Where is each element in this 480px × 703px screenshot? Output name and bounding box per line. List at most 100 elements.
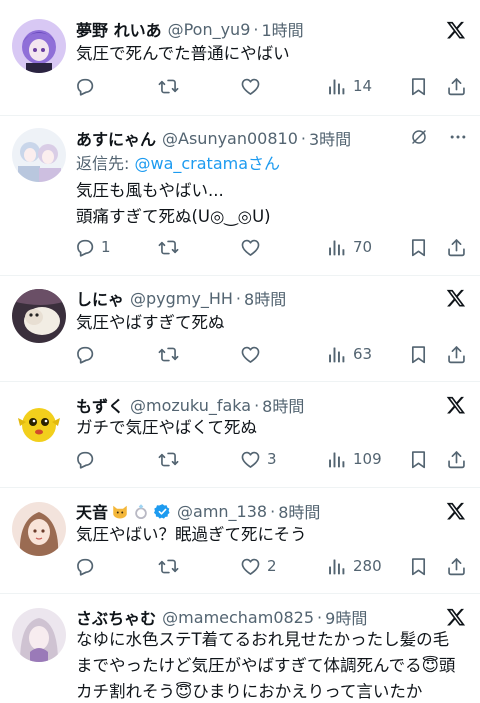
share-button[interactable] [446, 341, 467, 367]
tweet[interactable]: もずく @mozuku_faka · 8時間 ガチで気圧やばくて死ぬ 3 109 [0, 382, 480, 488]
like-button[interactable] [240, 234, 267, 260]
views-count: 70 [353, 238, 373, 256]
avatar[interactable] [12, 396, 66, 450]
action-bar: 3 109 [74, 446, 468, 472]
user-handle[interactable]: @Asunyan00810 [162, 129, 298, 148]
reply-button[interactable]: 1 [74, 234, 111, 260]
separator: · [254, 395, 260, 415]
views-button[interactable]: 14 [326, 73, 372, 99]
tweet[interactable]: しにゃ @pygmy_HH · 8時間 気圧やばすぎて死ぬ 63 [0, 276, 480, 382]
tweet-text: 気圧やばすぎて死ぬ [76, 313, 225, 332]
verified-badge-icon[interactable] [154, 503, 171, 520]
user-handle[interactable]: @mamecham0825 [162, 608, 314, 627]
separator: · [317, 607, 323, 627]
avatar[interactable] [12, 608, 66, 662]
views-count: 14 [353, 77, 373, 95]
views-icon [326, 556, 347, 577]
retweet-button[interactable] [158, 446, 185, 472]
views-button[interactable]: 63 [326, 341, 372, 367]
bookmark-icon [408, 76, 429, 97]
reply-icon [74, 344, 95, 365]
like-button[interactable] [240, 341, 267, 367]
ring-emoji-icon [132, 502, 150, 520]
retweet-button[interactable] [158, 73, 185, 99]
bookmark-button[interactable] [408, 234, 429, 260]
timestamp[interactable]: 8時間 [278, 499, 320, 523]
views-icon [326, 344, 347, 365]
tweet-header: しにゃ @pygmy_HH · 8時間 [76, 285, 440, 311]
like-button[interactable]: 3 [240, 446, 277, 472]
bookmark-icon [408, 449, 429, 470]
timestamp[interactable]: 8時間 [262, 393, 304, 417]
grok-icon[interactable] [410, 128, 428, 146]
tweet-text: ガチで気圧やばくて死ぬ [76, 418, 258, 437]
share-button[interactable] [446, 446, 467, 472]
timestamp[interactable]: 3時間 [309, 126, 351, 150]
views-count: 63 [353, 345, 373, 363]
action-bar: 2 280 [74, 553, 468, 579]
share-button[interactable] [446, 73, 467, 99]
retweet-icon [158, 449, 179, 470]
reply-icon [74, 556, 95, 577]
views-button[interactable]: 280 [326, 553, 382, 579]
avatar[interactable] [12, 289, 66, 343]
timestamp[interactable]: 1時間 [261, 17, 303, 41]
like-icon [240, 449, 261, 470]
timestamp[interactable]: 8時間 [244, 286, 286, 310]
retweet-icon [158, 237, 179, 258]
share-icon [446, 344, 467, 365]
display-name[interactable]: さぶちゃむ [76, 605, 156, 629]
like-button[interactable] [240, 73, 267, 99]
reply-button[interactable] [74, 341, 101, 367]
user-handle[interactable]: @mozuku_faka [130, 396, 251, 415]
display-name[interactable]: 夢野 れいあ [76, 17, 162, 41]
like-count: 2 [267, 557, 277, 575]
views-button[interactable]: 109 [326, 446, 382, 472]
tweet[interactable]: 天音 @amn_138 · 8時間 気圧やばい？眠過ぎて死にそう 2 280 [0, 488, 480, 594]
reply-button[interactable] [74, 553, 101, 579]
share-button[interactable] [446, 553, 467, 579]
avatar[interactable] [12, 128, 66, 182]
views-count: 109 [353, 450, 382, 468]
tweet-text: 気圧やばい？眠過ぎて死にそう [76, 525, 307, 544]
user-handle[interactable]: @amn_138 [177, 502, 267, 521]
action-bar: 1 70 [74, 234, 468, 260]
more-icon[interactable] [448, 127, 468, 147]
display-name[interactable]: 天音 [76, 499, 108, 523]
share-button[interactable] [446, 234, 467, 260]
like-count: 3 [267, 450, 277, 468]
views-button[interactable]: 70 [326, 234, 372, 260]
avatar[interactable] [12, 502, 66, 556]
x-logo-icon [446, 20, 466, 40]
reply-icon [74, 237, 95, 258]
bookmark-button[interactable] [408, 446, 429, 472]
like-button[interactable]: 2 [240, 553, 277, 579]
cat-emoji-icon [111, 502, 129, 520]
user-handle[interactable]: @pygmy_HH [130, 289, 233, 308]
timestamp[interactable]: 9時間 [325, 605, 367, 629]
display-name[interactable]: しにゃ [76, 286, 124, 310]
display-name[interactable]: あすにゃん [76, 126, 156, 150]
tweet[interactable]: 夢野 れいあ @Pon_yu9 · 1時間 気圧で死んでた普通にやばい 14 [0, 0, 480, 116]
display-name[interactable]: もずく [76, 393, 124, 417]
tweet-text: なゆに水色ステT着てるおれ見せたかったし髪の毛までやったけど気圧がやばすぎて体調… [76, 630, 456, 701]
views-icon [326, 76, 347, 97]
tweet[interactable]: さぶちゃむ @mamecham0825 · 9時間 なゆに水色ステT着てるおれ見… [0, 594, 480, 703]
reply-button[interactable] [74, 73, 101, 99]
bookmark-button[interactable] [408, 341, 429, 367]
user-handle[interactable]: @Pon_yu9 [168, 20, 251, 39]
avatar[interactable] [12, 19, 66, 73]
retweet-button[interactable] [158, 341, 185, 367]
retweet-button[interactable] [158, 234, 185, 260]
separator: · [270, 501, 276, 521]
reply-button[interactable] [74, 446, 101, 472]
bookmark-button[interactable] [408, 73, 429, 99]
reply-to-link[interactable]: @wa_cratama [134, 154, 248, 173]
bookmark-icon [408, 237, 429, 258]
views-count: 280 [353, 557, 382, 575]
bookmark-button[interactable] [408, 553, 429, 579]
retweet-button[interactable] [158, 553, 185, 579]
tweet[interactable]: あすにゃん @Asunyan00810 · 3時間 返信先: @wa_crata… [0, 116, 480, 276]
views-icon [326, 237, 347, 258]
separator: · [300, 128, 306, 148]
